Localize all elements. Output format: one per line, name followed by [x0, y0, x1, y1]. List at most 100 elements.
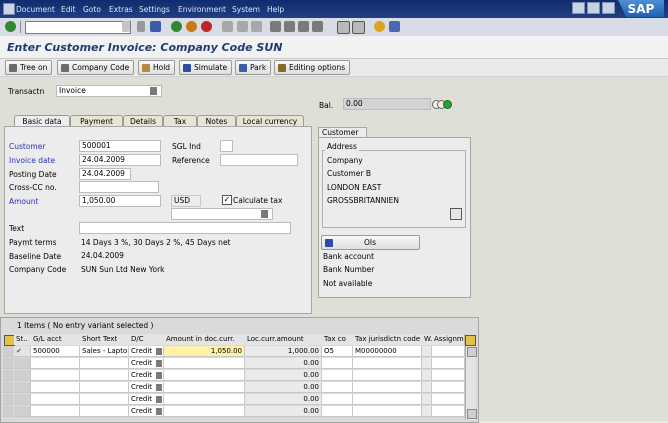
address-detail-icon[interactable] — [450, 208, 462, 220]
menu-edit[interactable]: Edit — [61, 5, 76, 14]
previous-page-icon[interactable] — [284, 21, 295, 32]
table-cell-tax[interactable] — [322, 382, 353, 393]
table-cell-assign[interactable] — [432, 406, 465, 417]
table-cell-gl[interactable] — [31, 370, 80, 381]
table-cell-amount[interactable] — [164, 406, 245, 417]
table-cell-loc[interactable]: 0.00 — [245, 394, 322, 405]
table-cell-short[interactable] — [80, 406, 129, 417]
back-arrow-icon[interactable] — [137, 21, 145, 32]
table-cell-jur[interactable] — [353, 394, 422, 405]
tax-code-field[interactable] — [171, 208, 273, 220]
grid-header[interactable]: G/L acct — [31, 334, 81, 345]
table-cell-loc[interactable]: 0.00 — [245, 382, 322, 393]
table-cell-assign[interactable] — [432, 394, 465, 405]
find-icon[interactable] — [237, 21, 248, 32]
table-cell-amount[interactable] — [164, 394, 245, 405]
command-dropdown-icon[interactable] — [122, 21, 130, 32]
dc-dropdown-icon[interactable] — [156, 360, 162, 367]
command-field[interactable] — [25, 21, 131, 34]
company-code-button[interactable]: Company Code — [57, 60, 135, 75]
row-selector[interactable] — [14, 406, 31, 417]
editing-options-button[interactable]: Editing options — [274, 60, 351, 75]
enter-icon[interactable] — [5, 21, 16, 32]
table-cell-short[interactable] — [80, 394, 129, 405]
find-next-icon[interactable] — [251, 21, 262, 32]
grid-header[interactable]: Amount in doc.curr. — [164, 334, 246, 345]
tree-on-button[interactable]: Tree on — [5, 60, 53, 75]
table-cell-amount[interactable] — [164, 382, 245, 393]
menu-help[interactable]: Help — [267, 5, 284, 14]
transaction-field[interactable]: Invoice — [56, 85, 162, 97]
scroll-down-icon[interactable] — [467, 409, 477, 419]
grid-header[interactable]: Short Text — [80, 334, 130, 345]
grid-header[interactable]: Tax jurisdictn code — [353, 334, 423, 345]
print-icon[interactable] — [222, 21, 233, 32]
dc-dropdown-icon[interactable] — [156, 348, 162, 355]
calculate-tax-checkbox[interactable]: ✓ — [222, 195, 232, 205]
dc-dropdown-icon[interactable] — [156, 384, 162, 391]
menu-settings[interactable]: Settings — [139, 5, 170, 14]
cross-cc-field[interactable] — [79, 181, 159, 193]
menu-goto[interactable]: Goto — [83, 5, 101, 14]
table-cell-tax[interactable] — [322, 370, 353, 381]
table-cell-tax[interactable]: O5 — [322, 346, 353, 357]
customer-field[interactable]: 500001 — [79, 140, 161, 152]
simulate-button[interactable]: Simulate — [179, 60, 233, 75]
table-cell-amount[interactable]: 1,050.00 — [164, 346, 245, 357]
table-cell-short[interactable] — [80, 382, 129, 393]
dc-dropdown-icon[interactable] — [156, 408, 162, 415]
table-cell-w[interactable] — [422, 406, 432, 417]
menu-system[interactable]: System — [232, 5, 260, 14]
back-icon[interactable] — [171, 21, 182, 32]
close-icon[interactable] — [602, 2, 615, 14]
table-cell-w[interactable] — [422, 370, 432, 381]
transaction-dropdown-icon[interactable] — [150, 87, 157, 95]
last-page-icon[interactable] — [312, 21, 323, 32]
table-cell-assign[interactable] — [432, 358, 465, 369]
amount-field[interactable]: 1,050.00 — [79, 195, 161, 207]
table-cell-jur[interactable] — [353, 370, 422, 381]
grid-header[interactable]: Loc.curr.amount — [245, 334, 323, 345]
table-cell-assign[interactable] — [432, 346, 465, 357]
row-selector[interactable] — [14, 370, 31, 381]
row-selector[interactable] — [14, 358, 31, 369]
row-selector[interactable]: ✔ — [14, 346, 31, 357]
table-cell-gl[interactable]: 500000 — [31, 346, 80, 357]
menu-environment[interactable]: Environment — [178, 5, 226, 14]
table-cell-short[interactable] — [80, 370, 129, 381]
posting-date-field[interactable]: 24.04.2009 — [79, 168, 131, 180]
table-cell-gl[interactable] — [31, 382, 80, 393]
table-cell-jur[interactable] — [353, 406, 422, 417]
grid-header[interactable]: Assignm — [432, 334, 465, 345]
grid-scrollbar[interactable] — [465, 346, 477, 420]
hold-button[interactable]: Hold — [138, 60, 176, 75]
table-cell-w[interactable] — [422, 382, 432, 393]
table-cell-assign[interactable] — [432, 370, 465, 381]
scroll-up-icon[interactable] — [467, 347, 477, 357]
table-cell-w[interactable] — [422, 394, 432, 405]
table-cell-tax[interactable] — [322, 358, 353, 369]
table-cell-gl[interactable] — [31, 406, 80, 417]
exit-icon[interactable] — [186, 21, 197, 32]
table-cell-tax[interactable] — [322, 406, 353, 417]
dc-dropdown-icon[interactable] — [156, 396, 162, 403]
table-cell-jur[interactable] — [353, 382, 422, 393]
dc-dropdown-icon[interactable] — [156, 372, 162, 379]
table-cell-short[interactable] — [80, 358, 129, 369]
grid-header[interactable]: D/C — [129, 334, 165, 345]
table-cell-loc[interactable]: 1,000.00 — [245, 346, 322, 357]
table-cell-jur[interactable]: M00000000 — [353, 346, 422, 357]
minimize-icon[interactable] — [572, 2, 585, 14]
table-cell-amount[interactable] — [164, 358, 245, 369]
menu-extras[interactable]: Extras — [109, 5, 133, 14]
table-cell-short[interactable]: Sales - Lapto — [80, 346, 129, 357]
help-icon[interactable] — [374, 21, 385, 32]
save-icon[interactable] — [150, 21, 161, 32]
cancel-icon[interactable] — [201, 21, 212, 32]
currency-field[interactable]: USD — [171, 195, 201, 207]
sgl-ind-field[interactable] — [220, 140, 233, 152]
table-cell-gl[interactable] — [31, 394, 80, 405]
reference-field[interactable] — [220, 154, 298, 166]
grid-header[interactable]: St.. — [14, 334, 32, 345]
invoice-date-field[interactable]: 24.04.2009 — [79, 154, 161, 166]
